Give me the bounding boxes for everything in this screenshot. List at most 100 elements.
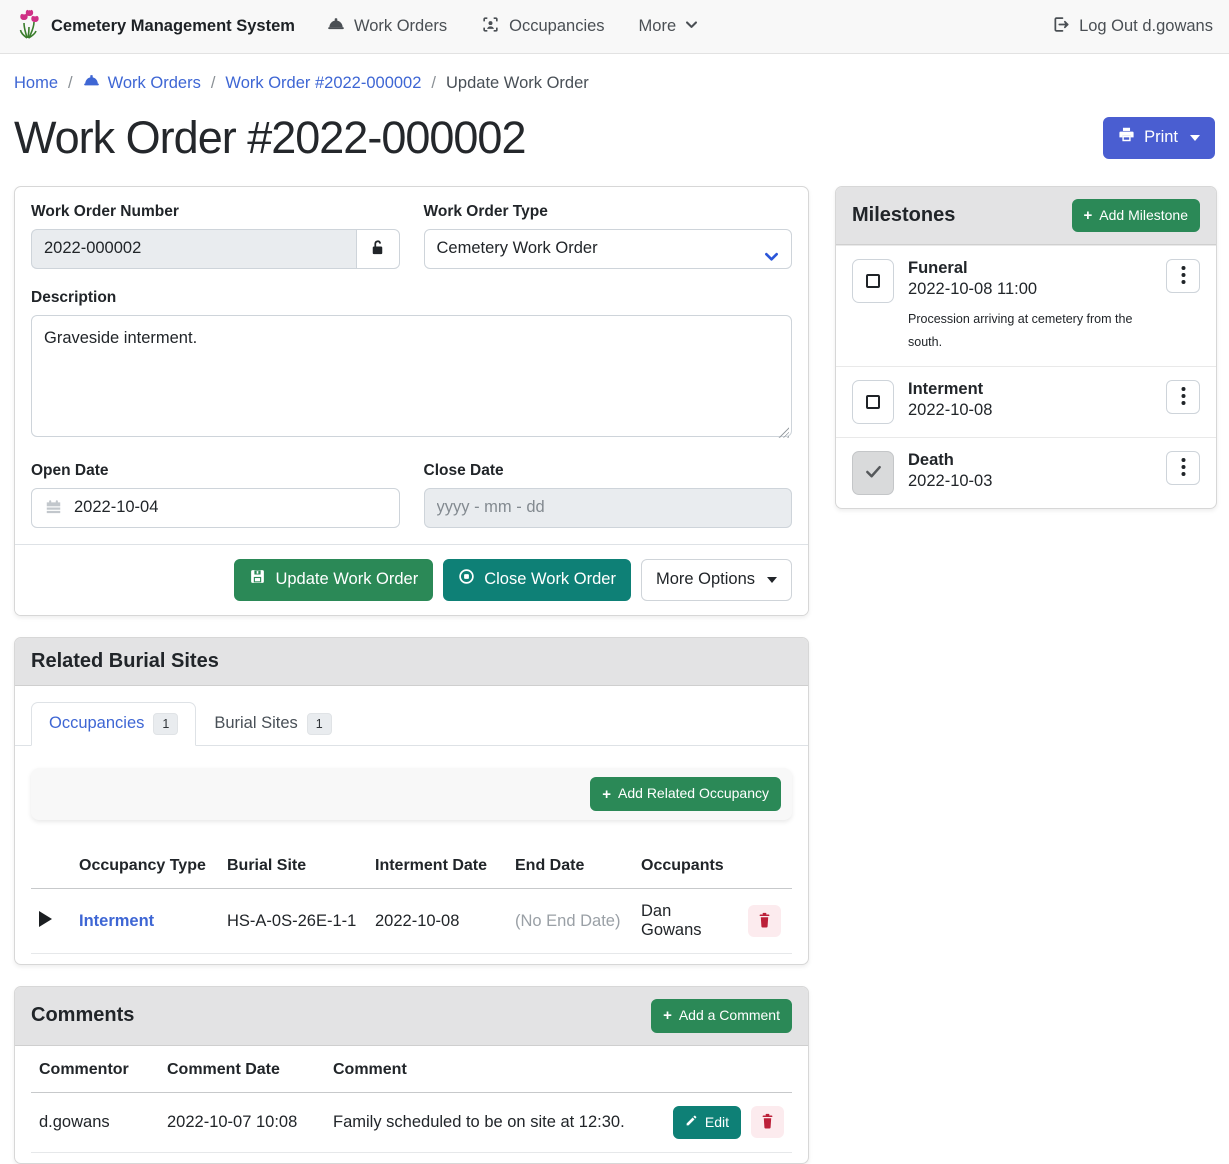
close-date-input[interactable] [424, 488, 793, 528]
milestone-item-interment: Interment 2022-10-08 [836, 366, 1216, 437]
update-work-order-button[interactable]: Update Work Order [234, 559, 433, 601]
occupancy-row: Interment HS-A-0S-26E-1-1 2022-10-08 (No… [31, 889, 792, 954]
add-milestone-button[interactable]: + Add Milestone [1072, 199, 1200, 233]
occupancies-toolbar: + Add Related Occupancy [31, 768, 792, 820]
milestone-date: 2022-10-03 [908, 472, 1152, 491]
tab-occupancies[interactable]: Occupancies 1 [31, 702, 196, 746]
tab-occupancies-label: Occupancies [49, 714, 144, 733]
milestone-menu-button[interactable] [1166, 451, 1200, 485]
breadcrumb-current: Update Work Order [446, 74, 589, 93]
delete-comment-button[interactable] [751, 1106, 784, 1138]
print-label: Print [1144, 126, 1178, 149]
col-occupancy-type: Occupancy Type [71, 844, 219, 889]
save-icon [249, 568, 266, 592]
milestone-checkbox[interactable] [852, 380, 894, 424]
comment-text: Family scheduled to be on site at 12:30. [325, 1092, 665, 1153]
col-burial-site: Burial Site [219, 844, 367, 889]
printer-icon [1118, 126, 1135, 150]
tab-burial-sites-label: Burial Sites [214, 714, 297, 733]
tab-occupancies-badge: 1 [153, 713, 178, 735]
comments-table: Commentor Comment Date Comment d.gowans … [15, 1046, 808, 1164]
occupancy-type-link[interactable]: Interment [79, 912, 154, 930]
col-actions [740, 844, 792, 889]
nav-occupancies[interactable]: Occupancies [481, 15, 604, 39]
add-milestone-label: Add Milestone [1099, 206, 1188, 226]
kebab-icon [1181, 386, 1186, 409]
checkbox-unchecked-icon [866, 395, 880, 409]
nav-more-label: More [639, 17, 677, 36]
edit-comment-button[interactable]: Edit [673, 1106, 741, 1140]
close-work-order-label: Close Work Order [484, 568, 616, 591]
milestone-checkbox[interactable] [852, 259, 894, 303]
related-burial-sites-card: Related Burial Sites Occupancies 1 Buria… [14, 637, 809, 965]
check-icon [864, 462, 883, 484]
milestones-card: Milestones + Add Milestone Funeral 2022-… [835, 186, 1217, 510]
unlock-button[interactable] [356, 229, 400, 269]
nav-work-orders-label: Work Orders [354, 17, 447, 36]
expand-row-icon[interactable] [39, 911, 52, 927]
work-order-type-field: Work Order Type Cemetery Work Order [424, 203, 793, 269]
milestone-title: Death [908, 451, 1152, 470]
app-brand-link[interactable]: Cemetery Management System [16, 9, 295, 44]
comment-row: d.gowans 2022-10-07 10:08 Family schedul… [31, 1092, 792, 1153]
milestone-menu-button[interactable] [1166, 380, 1200, 414]
tab-burial-sites[interactable]: Burial Sites 1 [196, 702, 349, 746]
delete-occupancy-button[interactable] [748, 905, 781, 937]
close-work-order-button[interactable]: Close Work Order [443, 559, 631, 601]
more-options-label: More Options [656, 568, 755, 591]
logout-link[interactable]: Log Out d.gowans [1051, 15, 1213, 39]
col-end-date: End Date [507, 844, 633, 889]
add-comment-button[interactable]: + Add a Comment [651, 999, 792, 1033]
nav-work-orders[interactable]: Work Orders [327, 15, 447, 38]
end-date-value: (No End Date) [507, 889, 633, 954]
more-options-caret-icon [767, 577, 777, 583]
milestone-item-funeral: Funeral 2022-10-08 11:00 Procession arri… [836, 245, 1216, 366]
milestones-title: Milestones [852, 204, 955, 227]
description-label: Description [31, 289, 792, 307]
work-order-number-input[interactable] [31, 229, 356, 269]
comments-card: Comments + Add a Comment Commentor Comme… [14, 986, 809, 1164]
occupancy-frame-icon [481, 15, 500, 39]
breadcrumb: Home / Work Orders / Work Order #2022-00… [0, 54, 1229, 104]
breadcrumb-separator: / [68, 74, 73, 93]
burial-site-value: HS-A-0S-26E-1-1 [219, 889, 367, 954]
description-textarea[interactable]: Graveside interment. [31, 315, 792, 437]
kebab-icon [1181, 265, 1186, 288]
milestone-title: Funeral [908, 259, 1152, 278]
breadcrumb-separator: / [211, 74, 216, 93]
col-comment: Comment [325, 1048, 665, 1093]
tulip-logo-icon [16, 9, 42, 44]
helmet-icon [83, 72, 100, 94]
milestone-date: 2022-10-08 11:00 [908, 280, 1152, 299]
milestone-menu-button[interactable] [1166, 259, 1200, 293]
more-options-button[interactable]: More Options [641, 559, 792, 601]
page-title: Work Order #2022-000002 [14, 112, 526, 164]
print-button[interactable]: Print [1103, 117, 1215, 159]
add-related-occupancy-label: Add Related Occupancy [618, 784, 769, 804]
open-date-input[interactable] [31, 488, 400, 528]
breadcrumb-work-orders[interactable]: Work Orders [83, 72, 201, 94]
nav-more[interactable]: More [639, 17, 699, 36]
nav-occupancies-label: Occupancies [509, 17, 604, 36]
work-order-type-select[interactable]: Cemetery Work Order [424, 229, 793, 269]
related-burial-sites-title: Related Burial Sites [31, 650, 219, 673]
breadcrumb-home[interactable]: Home [14, 74, 58, 93]
tab-burial-sites-badge: 1 [307, 713, 332, 735]
breadcrumb-work-order[interactable]: Work Order #2022-000002 [225, 74, 421, 93]
chevron-down-icon [685, 17, 698, 36]
commentor-value: d.gowans [31, 1092, 159, 1153]
related-tabs: Occupancies 1 Burial Sites 1 [15, 686, 808, 746]
logout-label: Log Out d.gowans [1079, 17, 1213, 36]
milestone-checkbox-checked[interactable] [852, 451, 894, 495]
edit-comment-label: Edit [705, 1113, 729, 1133]
col-comment-actions [665, 1048, 792, 1093]
col-comment-date: Comment Date [159, 1048, 325, 1093]
col-interment-date: Interment Date [367, 844, 507, 889]
close-date-label: Close Date [424, 462, 793, 480]
close-date-field: Close Date [424, 462, 793, 528]
update-work-order-label: Update Work Order [275, 568, 418, 591]
logout-icon [1051, 15, 1070, 39]
add-related-occupancy-button[interactable]: + Add Related Occupancy [590, 777, 781, 811]
checkbox-unchecked-icon [866, 274, 880, 288]
form-actions: Update Work Order Close Work Order More … [15, 544, 808, 615]
